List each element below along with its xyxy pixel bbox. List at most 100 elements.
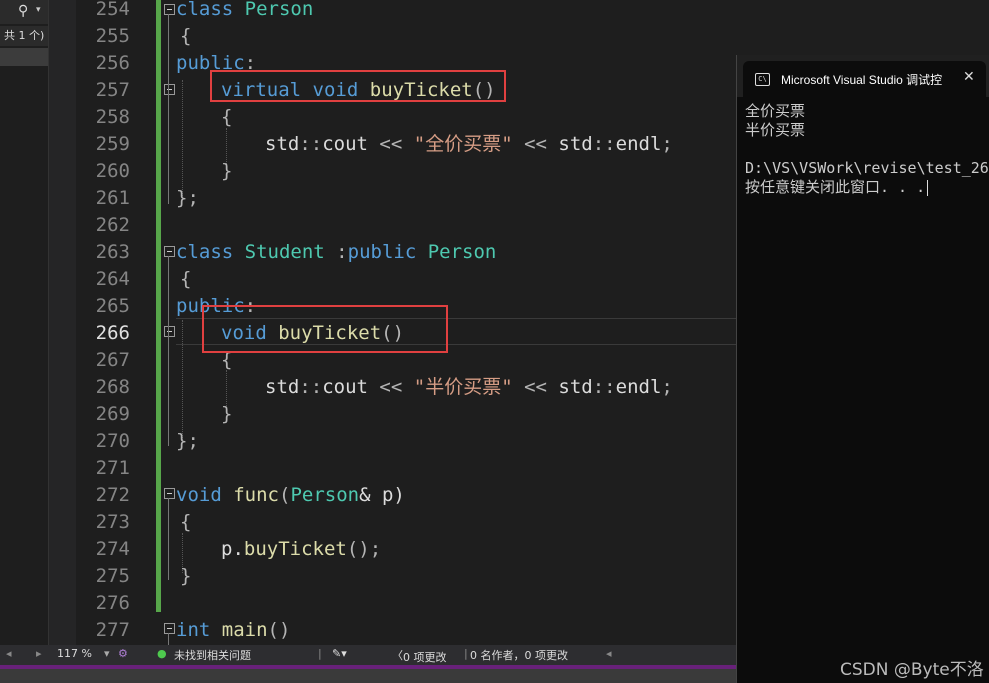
line-number: 270 [95, 430, 130, 452]
changes-status[interactable]: 〈 0 项更改 [392, 647, 447, 664]
token: }; [176, 187, 199, 209]
token: void [176, 484, 222, 506]
scope-guide [168, 14, 169, 204]
search-row[interactable]: ⚲ ▾ [0, 0, 48, 24]
code-line-277: int main() [176, 617, 290, 644]
token: << [367, 376, 414, 398]
token: } [180, 565, 192, 587]
scroll-left-icon[interactable]: ◂ [606, 647, 612, 660]
authors-status[interactable]: 0 名作者，0 项更改 [470, 647, 568, 663]
line-number: 255 [95, 25, 130, 47]
text-cursor [927, 179, 929, 196]
line-number: 258 [95, 106, 130, 128]
token: Person [290, 484, 360, 506]
scroll-left-icon[interactable]: ◂ [6, 647, 12, 660]
line-number: 256 [95, 52, 130, 74]
token: std [558, 376, 593, 398]
console-prompt-text: 按任意键关闭此窗口. . . [745, 178, 926, 196]
line-number: 271 [95, 457, 130, 479]
line-number: 277 [95, 619, 130, 641]
console-output-line: D:\VS\VSWork\revise\test_26 [745, 159, 989, 177]
scope-guide [168, 633, 169, 645]
token: << [512, 376, 559, 398]
chevron-down-icon[interactable]: ▾ [104, 647, 110, 660]
line-number-gutter: 254 255 256 257 258 259 260 261 262 263 … [76, 0, 156, 645]
changes-label: 0 项更改 [403, 651, 447, 664]
token: { [221, 106, 233, 128]
token: Person [244, 0, 314, 20]
highlight-box-virtual-method [210, 70, 506, 102]
token: "半价买票" [413, 376, 513, 398]
code-line-264: { [180, 266, 191, 293]
token: { [180, 268, 192, 290]
token: buyTicket [243, 538, 347, 560]
token: int [176, 619, 211, 641]
collapse-icon[interactable] [164, 246, 175, 257]
code-line-275: } [180, 563, 191, 590]
code-line-254: class Person [176, 0, 313, 23]
code-line-261: }; [176, 185, 199, 212]
line-number-current: 266 [95, 322, 130, 344]
close-icon[interactable]: ✕ [963, 69, 975, 85]
separator: | [464, 647, 468, 660]
debug-console-window[interactable]: C\ Microsoft Visual Studio 调试控 ✕ 全价买票 半价… [736, 55, 989, 683]
token: } [221, 160, 233, 182]
brush-icon[interactable]: ✎▾ [332, 647, 347, 660]
line-number: 260 [95, 160, 130, 182]
line-number: 265 [95, 295, 130, 317]
token: Person [427, 241, 497, 263]
collapse-icon[interactable] [164, 326, 175, 337]
token: << [512, 133, 559, 155]
collapse-icon[interactable] [164, 623, 175, 634]
line-number: 267 [95, 349, 130, 371]
token: class [176, 241, 234, 263]
chevron-down-icon[interactable]: ▾ [36, 5, 41, 15]
token: () [267, 619, 291, 641]
collapse-icon[interactable] [164, 488, 175, 499]
console-tabbar: C\ Microsoft Visual Studio 调试控 ✕ [737, 55, 989, 97]
token: endl [615, 133, 662, 155]
line-number: 269 [95, 403, 130, 425]
change-tracking-bar [156, 0, 161, 612]
check-circle-icon: ● [157, 647, 167, 660]
code-line-259: std::cout << "全价买票" << std::endl; [265, 131, 673, 158]
zoom-level[interactable]: 117 % [57, 647, 92, 660]
token: p. [221, 538, 244, 560]
token: cout [322, 133, 368, 155]
token: } [221, 403, 233, 425]
results-count: 共 1 个) [0, 26, 48, 46]
line-number: 259 [95, 133, 130, 155]
collapse-icon[interactable] [164, 4, 175, 15]
highlight-box-override-method [202, 305, 448, 353]
line-number: 263 [95, 241, 130, 263]
console-tab[interactable]: C\ Microsoft Visual Studio 调试控 ✕ [743, 61, 986, 97]
intellicode-icon[interactable]: ⚙ [118, 647, 128, 660]
sidebar-band [0, 48, 48, 66]
token: endl [615, 376, 662, 398]
token: "全价买票" [413, 133, 513, 155]
code-line-273: { [180, 509, 191, 536]
token: class [176, 0, 234, 20]
token: :: [299, 133, 323, 155]
token: ; [661, 133, 673, 155]
scope-guide [168, 498, 169, 580]
code-line-260: } [221, 158, 232, 185]
code-line-258: { [221, 104, 232, 131]
code-line-263: class Student :public Person [176, 239, 496, 266]
collapse-icon[interactable] [164, 84, 175, 95]
token: << [367, 133, 414, 155]
token: public [347, 241, 417, 263]
glyph-margin [49, 0, 76, 645]
code-line-268: std::cout << "半价买票" << std::endl; [265, 374, 673, 401]
code-line-272: void func(Person& p) [176, 482, 405, 509]
console-title: Microsoft Visual Studio 调试控 [781, 73, 943, 87]
token: :: [299, 376, 323, 398]
line-number: 276 [95, 592, 130, 614]
scroll-right-icon[interactable]: ▸ [36, 647, 42, 660]
token: }; [176, 430, 199, 452]
token: { [180, 511, 192, 533]
code-line-269: } [221, 401, 232, 428]
line-number: 268 [95, 376, 130, 398]
search-icon[interactable]: ⚲ [18, 3, 28, 19]
issues-status[interactable]: 未找到相关问题 [174, 647, 251, 663]
